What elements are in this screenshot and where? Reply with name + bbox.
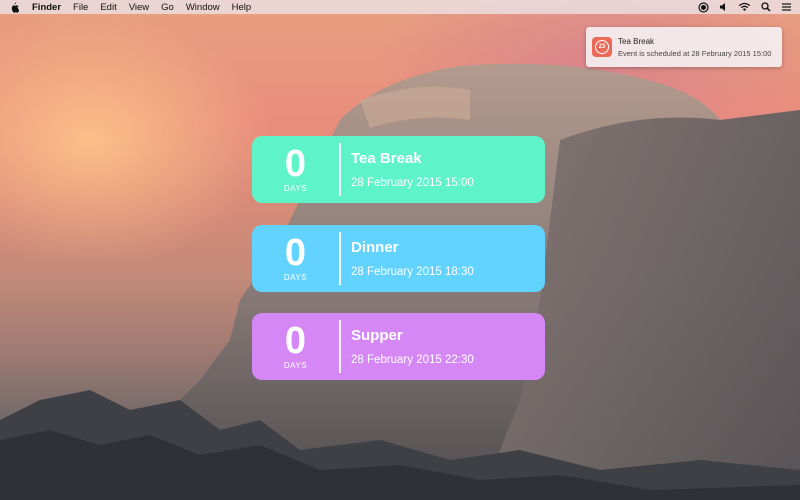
countdown: 0 DAYS [252, 225, 339, 292]
notification-title: Tea Break [618, 36, 655, 46]
event-info: Supper 28 February 2015 22:30 [341, 313, 474, 380]
menu-window[interactable]: Window [186, 2, 220, 13]
event-card[interactable]: 0 DAYS Supper 28 February 2015 22:30 [252, 313, 545, 380]
menu-bar: Finder File Edit View Go Window Help [0, 0, 800, 14]
event-title: Supper [351, 327, 403, 344]
menu-go[interactable]: Go [161, 2, 174, 13]
notification-text: Tea Break Event is scheduled at 28 Febru… [618, 37, 771, 58]
notification-banner[interactable]: 23 Tea Break Event is scheduled at 28 Fe… [586, 27, 782, 67]
event-date: 28 February 2015 15:00 [351, 177, 474, 189]
countdown-number: 0 [284, 320, 307, 362]
list-icon[interactable] [781, 2, 792, 12]
countdown: 0 DAYS [252, 313, 339, 380]
countdown-number: 0 [284, 232, 307, 274]
volume-icon[interactable] [719, 2, 728, 12]
event-info: Tea Break 28 February 2015 15:00 [341, 136, 474, 203]
event-title: Dinner [351, 239, 399, 256]
notification-body: Event is scheduled at 28 February 2015 1… [618, 48, 772, 58]
apple-icon[interactable] [10, 1, 20, 13]
event-date: 28 February 2015 18:30 [351, 266, 474, 278]
menu-view[interactable]: View [129, 2, 149, 13]
menu-file[interactable]: File [73, 2, 88, 13]
countdown-number: 0 [284, 143, 307, 185]
calendar-countdown-icon: 23 [592, 37, 612, 57]
menu-help[interactable]: Help [232, 2, 252, 13]
countdown: 0 DAYS [252, 136, 339, 203]
record-icon[interactable] [698, 1, 709, 13]
event-info: Dinner 28 February 2015 18:30 [341, 225, 474, 292]
event-title: Tea Break [351, 150, 422, 167]
menu-edit[interactable]: Edit [100, 2, 116, 13]
countdown-unit: DAYS [283, 184, 308, 193]
notif-icon-number: 23 [595, 40, 609, 54]
countdown-unit: DAYS [283, 273, 308, 282]
wifi-icon[interactable] [738, 2, 751, 12]
countdown-unit: DAYS [283, 361, 308, 370]
event-card[interactable]: 0 DAYS Tea Break 28 February 2015 15:00 [252, 136, 545, 203]
event-date: 28 February 2015 22:30 [351, 354, 474, 366]
search-icon[interactable] [761, 2, 771, 12]
event-card[interactable]: 0 DAYS Dinner 28 February 2015 18:30 [252, 225, 545, 292]
menu-finder[interactable]: Finder [32, 2, 61, 13]
